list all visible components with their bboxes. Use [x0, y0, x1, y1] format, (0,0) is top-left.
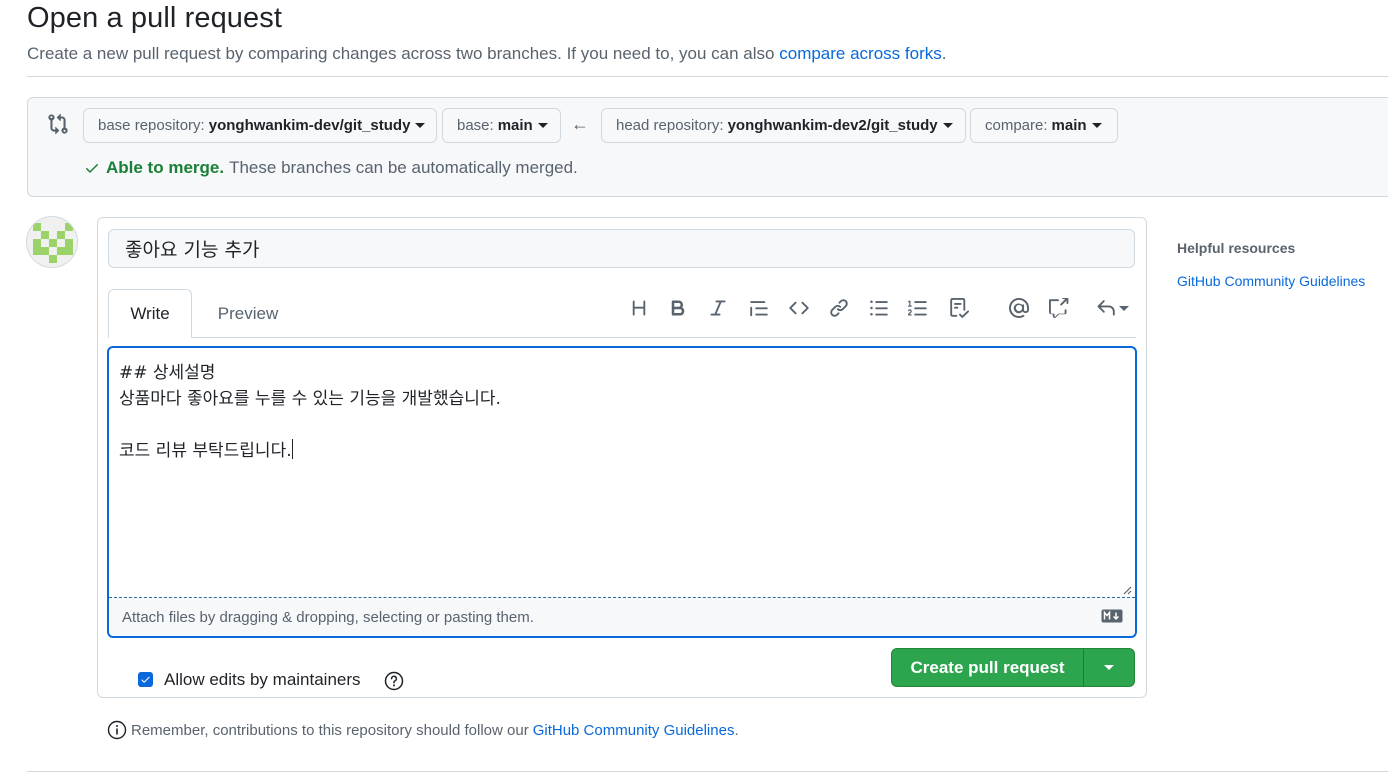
- allow-edits-checkbox[interactable]: [138, 672, 153, 687]
- header-divider: [27, 76, 1388, 77]
- base-repository-value: yonghwankim-dev/git_study: [208, 117, 411, 134]
- quote-icon[interactable]: [747, 296, 771, 320]
- attach-files-text: Attach files by dragging & dropping, sel…: [122, 609, 534, 626]
- merge-status: Able to merge. These branches can be aut…: [84, 158, 578, 178]
- heading-icon[interactable]: [627, 296, 651, 320]
- avatar[interactable]: [26, 216, 78, 268]
- text-cursor: [291, 439, 293, 459]
- pr-body-textarea[interactable]: ## 상세설명 상품마다 좋아요를 누를 수 있는 기능을 개발했습니다. 코드…: [119, 360, 1124, 590]
- compare-branch-label: compare:: [985, 117, 1048, 134]
- chevron-down-icon: [1118, 305, 1129, 311]
- code-icon[interactable]: [787, 296, 811, 320]
- arrow-left-icon: ←: [571, 114, 589, 134]
- bold-icon[interactable]: [666, 296, 690, 320]
- compare-across-forks-link[interactable]: compare across forks: [779, 44, 942, 63]
- base-repository-select[interactable]: base repository: yonghwankim-dev/git_stu…: [83, 108, 437, 143]
- chevron-down-icon: [537, 123, 548, 128]
- create-pr-options-button[interactable]: [1083, 648, 1135, 687]
- link-icon[interactable]: [827, 296, 851, 320]
- identicon-image: [27, 217, 77, 267]
- head-repository-label: head repository:: [616, 117, 724, 134]
- subtitle-suffix: .: [941, 44, 947, 63]
- community-guidelines-link[interactable]: GitHub Community Guidelines: [533, 722, 735, 739]
- tab-write[interactable]: Write: [108, 289, 192, 338]
- checkmark-icon: [141, 676, 150, 683]
- mention-icon[interactable]: [1007, 296, 1031, 320]
- base-repository-label: base repository:: [98, 117, 205, 134]
- base-branch-value: main: [497, 117, 533, 134]
- chevron-down-icon: [1104, 665, 1114, 670]
- page-title: Open a pull request: [27, 2, 283, 34]
- merge-ok-text: Able to merge.: [106, 158, 225, 177]
- markdown-icon[interactable]: [1101, 609, 1123, 623]
- head-repository-select[interactable]: head repository: yonghwankim-dev2/git_st…: [601, 108, 966, 143]
- tab-preview[interactable]: Preview: [198, 289, 298, 338]
- info-icon: [107, 720, 127, 740]
- git-compare-icon: [48, 113, 68, 135]
- compare-branch-select[interactable]: compare: main: [970, 108, 1118, 143]
- compare-branch-value: main: [1051, 117, 1087, 134]
- bottom-divider: [27, 771, 1388, 772]
- base-branch-label: base:: [457, 117, 494, 134]
- allow-edits-label[interactable]: Allow edits by maintainers: [164, 670, 361, 690]
- reply-icon[interactable]: [1094, 296, 1130, 320]
- check-icon: [86, 164, 98, 173]
- merge-description: These branches can be automatically merg…: [229, 158, 578, 177]
- sidebar-guidelines-link[interactable]: GitHub Community Guidelines: [1177, 273, 1365, 289]
- task-list-icon[interactable]: [947, 296, 971, 320]
- head-repository-value: yonghwankim-dev2/git_study: [727, 117, 938, 134]
- reminder-text: Remember, contributions to this reposito…: [131, 721, 529, 739]
- chevron-down-icon: [942, 123, 953, 128]
- base-branch-select[interactable]: base: main: [442, 108, 561, 143]
- create-pull-request-button[interactable]: Create pull request: [891, 648, 1084, 687]
- chevron-down-icon: [415, 123, 426, 128]
- helpful-resources-heading: Helpful resources: [1177, 240, 1296, 256]
- unordered-list-icon[interactable]: [867, 296, 891, 320]
- italic-icon[interactable]: [706, 296, 730, 320]
- page-subtitle: Create a new pull request by comparing c…: [27, 44, 946, 64]
- subtitle-text: Create a new pull request by comparing c…: [27, 44, 775, 63]
- pr-body-text: ## 상세설명 상품마다 좋아요를 누를 수 있는 기능을 개발했습니다. 코드…: [119, 363, 501, 461]
- reference-icon[interactable]: [1047, 296, 1071, 320]
- resize-handle-icon[interactable]: [1120, 583, 1132, 595]
- reminder-suffix: .: [734, 721, 739, 739]
- question-icon[interactable]: [384, 671, 404, 691]
- ordered-list-icon[interactable]: [906, 296, 930, 320]
- pr-title-input[interactable]: [108, 229, 1135, 268]
- chevron-down-icon: [1091, 123, 1102, 128]
- contribution-reminder: Remember, contributions to this reposito…: [107, 720, 739, 740]
